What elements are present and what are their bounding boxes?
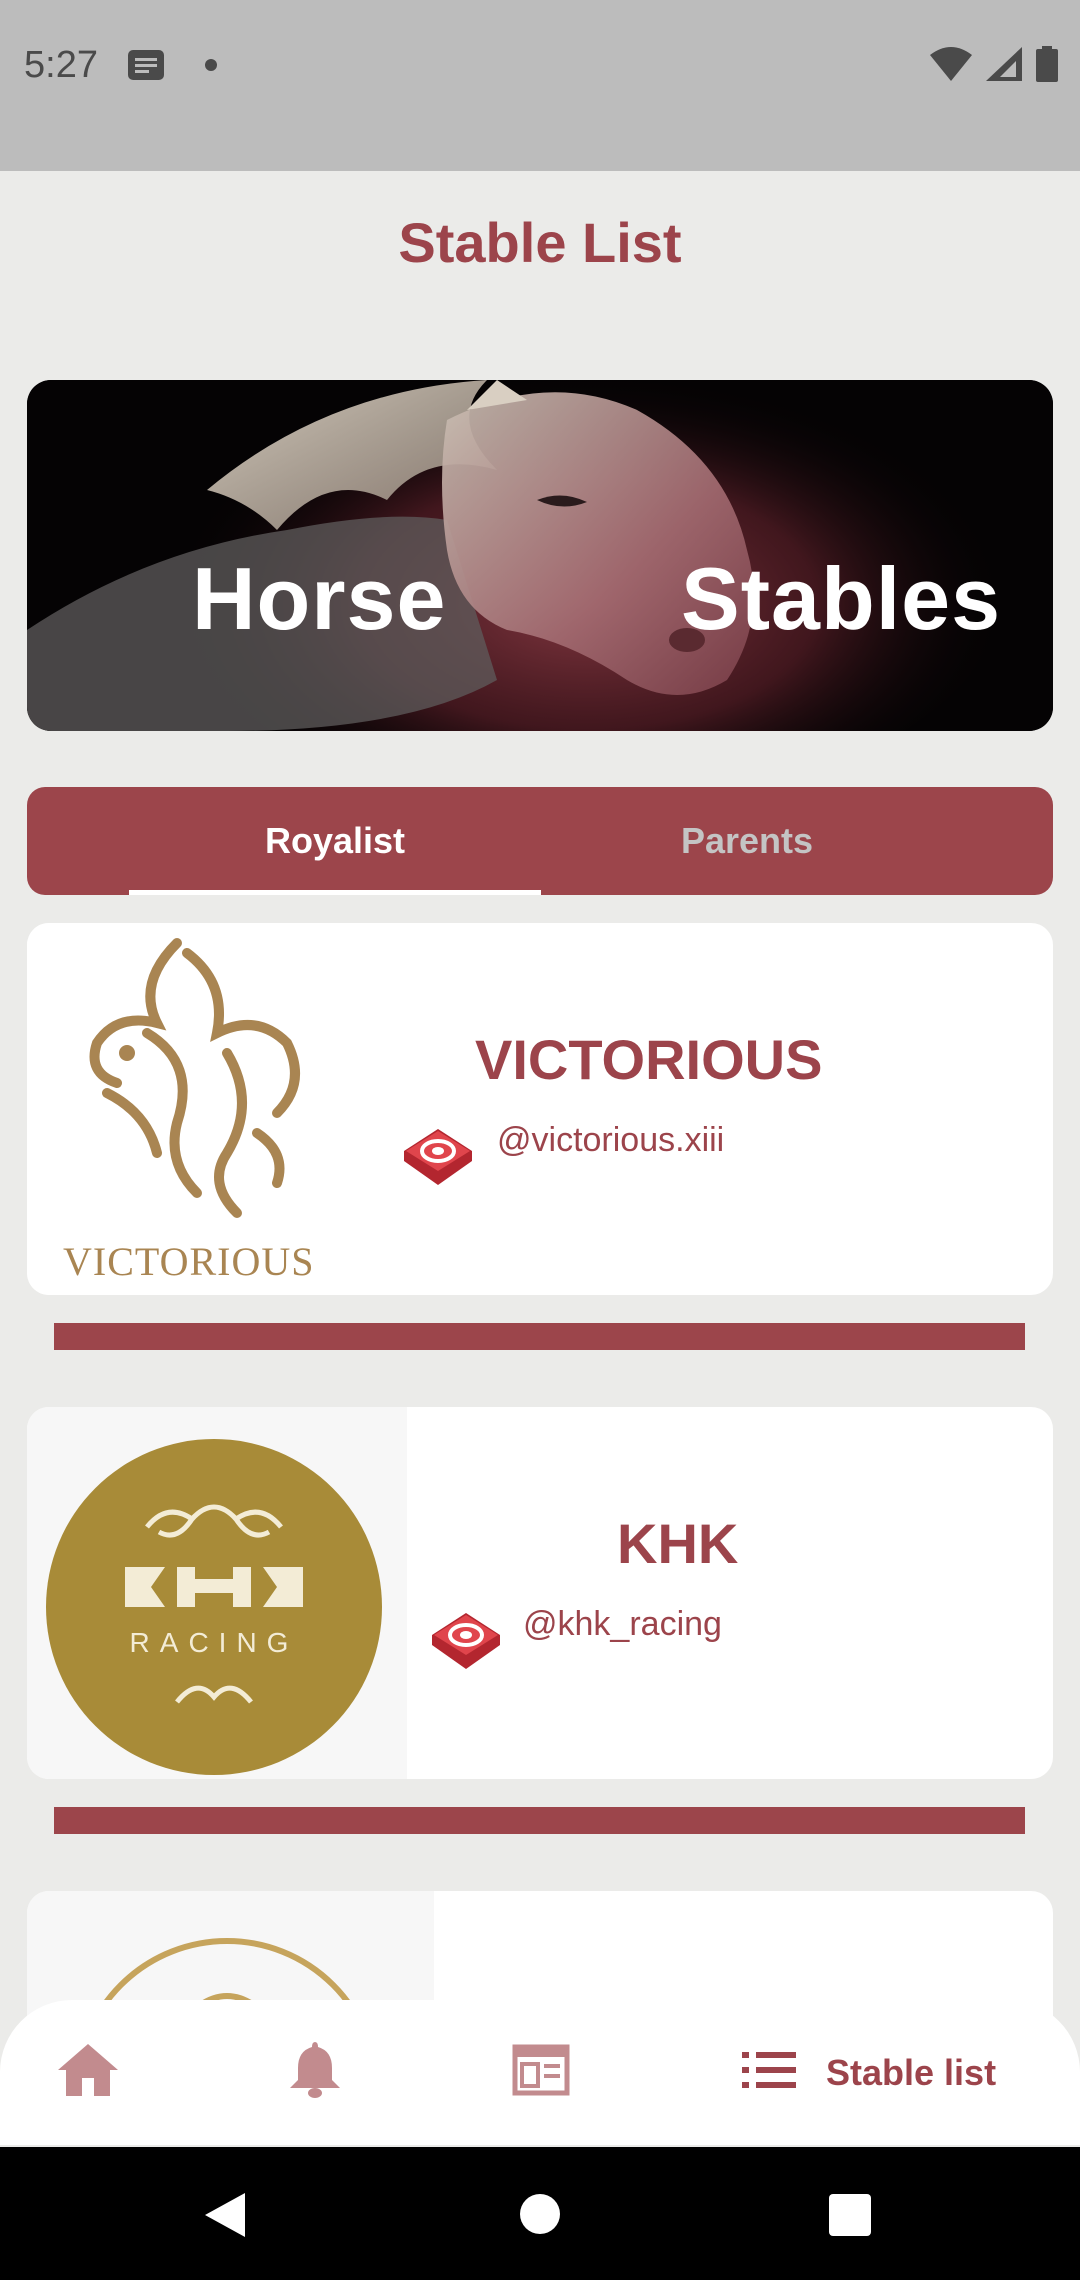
status-left-icons <box>128 50 218 85</box>
stable-handle[interactable]: @khk_racing <box>523 1605 722 1644</box>
battery-icon <box>1036 46 1058 87</box>
home-icon <box>58 2044 118 2101</box>
stable-card-khk[interactable]: RACING KHK @khk_racing <box>27 1407 1053 1779</box>
social-app-icon[interactable] <box>430 1611 502 1676</box>
social-app-icon[interactable] <box>402 1127 474 1192</box>
card-separator <box>54 1323 1025 1350</box>
hero-banner: Horse Stables <box>27 380 1053 731</box>
news-icon <box>512 2044 570 2101</box>
nav-notifications[interactable] <box>290 2000 340 2145</box>
nav-news[interactable] <box>512 2000 570 2145</box>
stable-logo: VICTORIOUS <box>27 923 407 1295</box>
nav-home[interactable] <box>58 2000 118 2145</box>
bottom-navigation: Stable list <box>0 2000 1080 2145</box>
stable-name: VICTORIOUS <box>475 1028 823 1091</box>
stable-name: KHK <box>617 1512 739 1575</box>
stable-logo: RACING <box>27 1407 407 1779</box>
page-title: Stable List <box>398 211 682 274</box>
back-icon[interactable] <box>205 2193 245 2242</box>
recents-icon[interactable] <box>829 2194 871 2241</box>
nav-stable-list[interactable]: Stable list <box>742 2000 996 2145</box>
stable-handle[interactable]: @victorious.xiii <box>497 1121 724 1160</box>
notification-text-icon <box>128 50 164 85</box>
khk-logo-icon: RACING <box>46 1439 382 1775</box>
active-tab-indicator <box>129 890 541 895</box>
victorious-logo-icon: VICTORIOUS <box>63 938 315 1284</box>
victorious-logo-text: VICTORIOUS <box>63 1239 315 1284</box>
tab-royalist[interactable]: Royalist <box>129 787 541 895</box>
status-right-icons <box>930 46 1058 87</box>
tab-parents[interactable]: Parents <box>541 787 953 895</box>
stable-card-victorious[interactable]: VICTORIOUS VICTORIOUS @victorious.xiii <box>27 923 1053 1295</box>
dot-icon <box>204 58 218 77</box>
system-navigation-bar <box>0 2147 1080 2280</box>
cell-signal-icon <box>986 47 1022 86</box>
nav-label-stable-list: Stable list <box>826 2051 997 2093</box>
hero-word-horse: Horse <box>192 549 447 648</box>
hero-word-stables: Stables <box>681 549 1002 648</box>
wifi-icon <box>930 47 972 86</box>
khk-logo-text: RACING <box>130 1627 299 1658</box>
home-circle-icon[interactable] <box>519 2193 561 2240</box>
status-time: 5:27 <box>24 44 98 86</box>
list-icon <box>742 2052 796 2093</box>
stable-tabs: Royalist Parents <box>27 787 1053 895</box>
bell-icon <box>290 2042 340 2103</box>
status-bar: 5:27 <box>0 0 1080 171</box>
card-separator <box>54 1807 1025 1834</box>
